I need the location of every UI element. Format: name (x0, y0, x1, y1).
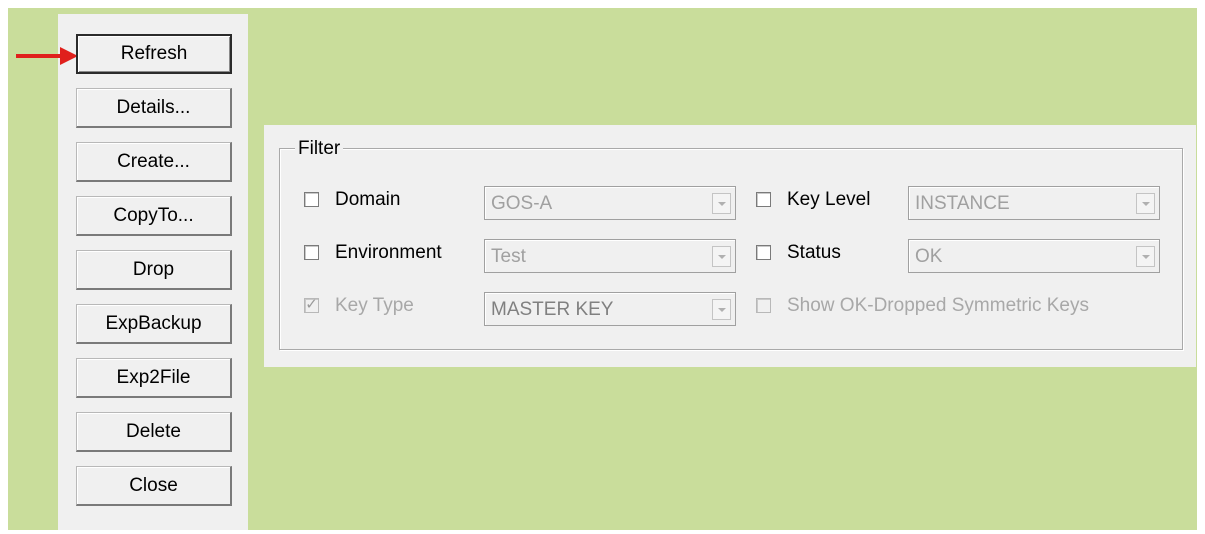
environment-label: Environment (335, 242, 442, 263)
environment-select[interactable]: Test (484, 239, 736, 273)
details-button[interactable]: Details... (76, 88, 232, 128)
refresh-button[interactable]: Refresh (76, 34, 232, 74)
key-level-select[interactable]: INSTANCE (908, 186, 1160, 220)
environment-checkbox[interactable] (304, 245, 319, 260)
filter-group-title: Filter (295, 138, 344, 160)
red-arrow-icon (16, 47, 78, 65)
create-button[interactable]: Create... (76, 142, 232, 182)
key-type-checkbox: ✓ (304, 296, 319, 313)
chevron-down-icon[interactable] (712, 246, 731, 267)
check-icon: ✓ (305, 296, 318, 313)
key-type-select-value: MASTER KEY (491, 299, 614, 320)
chevron-down-icon[interactable] (1136, 193, 1155, 214)
copyto-button[interactable]: CopyTo... (76, 196, 232, 236)
key-type-label: Key Type (335, 295, 414, 316)
domain-checkbox[interactable] (304, 192, 319, 207)
close-button[interactable]: Close (76, 466, 232, 506)
status-label: Status (787, 242, 841, 263)
drop-button[interactable]: Drop (76, 250, 232, 290)
domain-label: Domain (335, 189, 401, 210)
status-select[interactable]: OK (908, 239, 1160, 273)
status-checkbox[interactable] (756, 245, 771, 260)
domain-select-value: GOS-A (491, 193, 553, 214)
exp2file-button[interactable]: Exp2File (76, 358, 232, 398)
delete-button[interactable]: Delete (76, 412, 232, 452)
domain-select[interactable]: GOS-A (484, 186, 736, 220)
chevron-down-icon (712, 299, 731, 320)
status-select-value: OK (915, 246, 943, 267)
show-ok-dropped-checkbox (756, 298, 771, 313)
chevron-down-icon[interactable] (1136, 246, 1155, 267)
show-ok-dropped-label: Show OK-Dropped Symmetric Keys (787, 295, 1089, 316)
environment-select-value: Test (491, 246, 526, 267)
expbackup-button[interactable]: ExpBackup (76, 304, 232, 344)
chevron-down-icon[interactable] (712, 193, 731, 214)
key-level-select-value: INSTANCE (915, 193, 1010, 214)
key-level-label: Key Level (787, 189, 871, 210)
key-level-checkbox[interactable] (756, 192, 771, 207)
key-type-select: MASTER KEY (484, 292, 736, 326)
